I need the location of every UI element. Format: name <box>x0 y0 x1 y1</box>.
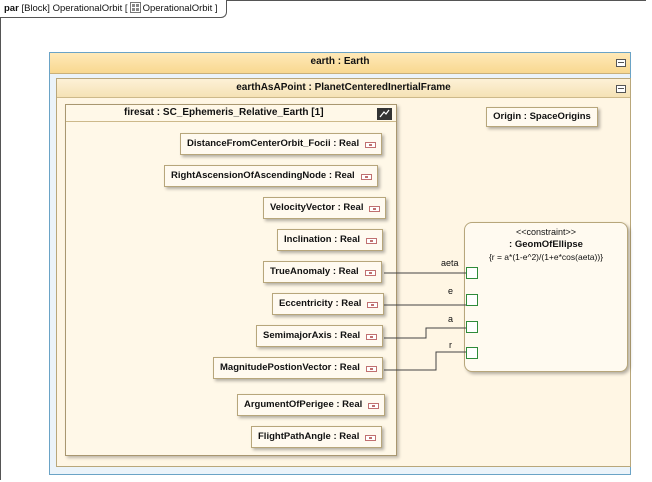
port-label-r: r <box>449 340 452 350</box>
connector-r <box>384 351 466 371</box>
port-r[interactable] <box>466 347 478 359</box>
port-label-e: e <box>448 286 454 296</box>
port-a[interactable] <box>466 321 478 333</box>
connector-a <box>384 327 466 339</box>
binding-connectors <box>384 272 466 371</box>
port-aeta[interactable] <box>466 267 478 279</box>
port-label-a: a <box>448 314 454 324</box>
port-label-aeta: aeta <box>441 258 459 268</box>
port-e[interactable] <box>466 294 478 306</box>
